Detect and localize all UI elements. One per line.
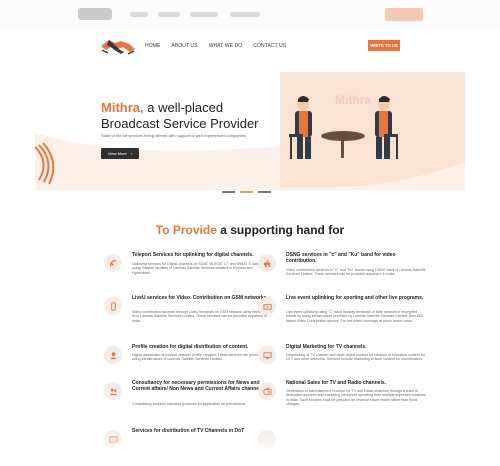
- service-desc: Downlinking of TV channel and other digi…: [286, 353, 425, 362]
- service-desc: Consultancy services including guidance …: [132, 402, 247, 406]
- write-to-us-button[interactable]: WRITE TO US: [368, 40, 400, 51]
- main-nav: HOME ABOUT US WHAT WE DO CONTACT US: [145, 43, 286, 49]
- hero-title-accent: Mithra,: [101, 100, 144, 115]
- carousel-dot[interactable]: [222, 191, 235, 193]
- profile-icon: [104, 346, 122, 364]
- handshake-logo-icon[interactable]: [100, 34, 136, 58]
- service-desc: Generation of advertisement revenue for …: [286, 389, 426, 407]
- service-desc: Live event uplinking using "C" band flya…: [286, 310, 424, 323]
- service-desc: Video contribution services in "C" and "…: [286, 268, 426, 277]
- faded-logo: [78, 8, 112, 20]
- hero-subtitle: State of the art services being offered …: [101, 133, 246, 138]
- hero-banner: Mithra Mithra, a well-placed Broadcast S…: [35, 62, 465, 190]
- radio-icon: [258, 382, 276, 400]
- faded-top-nav: [0, 0, 500, 30]
- service-title: DSNG services in "c" and "Ku" band for v…: [286, 252, 396, 264]
- service-desc: Digital distribution of content requires…: [132, 353, 263, 362]
- service-desc: Uplinking services for Digital channels …: [132, 262, 267, 275]
- faded-cta-button: [385, 8, 423, 21]
- carousel-indicators: [222, 191, 271, 193]
- view-more-label: View More: [107, 151, 127, 156]
- service-title: Live event uplinking for sporting and ot…: [286, 295, 424, 301]
- bottom-fade: [0, 430, 500, 466]
- carousel-dot-active[interactable]: [240, 191, 253, 193]
- service-title: Teleport Services for uplinking for digi…: [132, 252, 254, 258]
- chevron-right-icon: ›: [130, 151, 133, 156]
- section-title-accent: To Provide: [155, 223, 217, 237]
- service-title: National Sales for TV and Radio channels…: [286, 380, 387, 386]
- view-more-button[interactable]: View More ›: [101, 148, 139, 159]
- nav-what-we-do[interactable]: WHAT WE DO: [209, 43, 243, 49]
- service-title: Profile creation for digital distributio…: [132, 344, 249, 350]
- nav-about-us[interactable]: ABOUT US: [171, 43, 197, 49]
- mobile-icon: [104, 297, 122, 315]
- section-title: To Provide a supporting hand for: [0, 223, 500, 237]
- service-title: Consultancy for necessary permissions fo…: [132, 380, 265, 392]
- faded-nav-item: [158, 12, 180, 17]
- van-icon: [258, 254, 276, 272]
- service-title: Digital Marketing for TV channels.: [286, 344, 367, 350]
- carousel-dot[interactable]: [258, 191, 271, 193]
- nav-contact-us[interactable]: CONTACT US: [253, 43, 286, 49]
- section-title-rest: a supporting hand for: [216, 223, 345, 237]
- consultancy-icon: [104, 382, 122, 400]
- hero-banner-text: Mithra: [335, 93, 371, 107]
- service-desc: Video contribution services through Live…: [132, 310, 268, 323]
- site-header: HOME ABOUT US WHAT WE DO CONTACT US WRIT…: [0, 30, 500, 62]
- nav-home[interactable]: HOME: [145, 43, 160, 49]
- faded-nav-item: [130, 12, 148, 17]
- satellite-dish-icon: [104, 254, 122, 272]
- faded-nav-item: [190, 12, 218, 17]
- broadcast-icon: [258, 297, 276, 315]
- hero-title: Mithra, a well-placed Broadcast Service …: [101, 100, 281, 132]
- service-title: LiveU services for Video. Contribution o…: [132, 295, 268, 301]
- faded-nav-item: [230, 12, 260, 17]
- marketing-icon: [258, 346, 276, 364]
